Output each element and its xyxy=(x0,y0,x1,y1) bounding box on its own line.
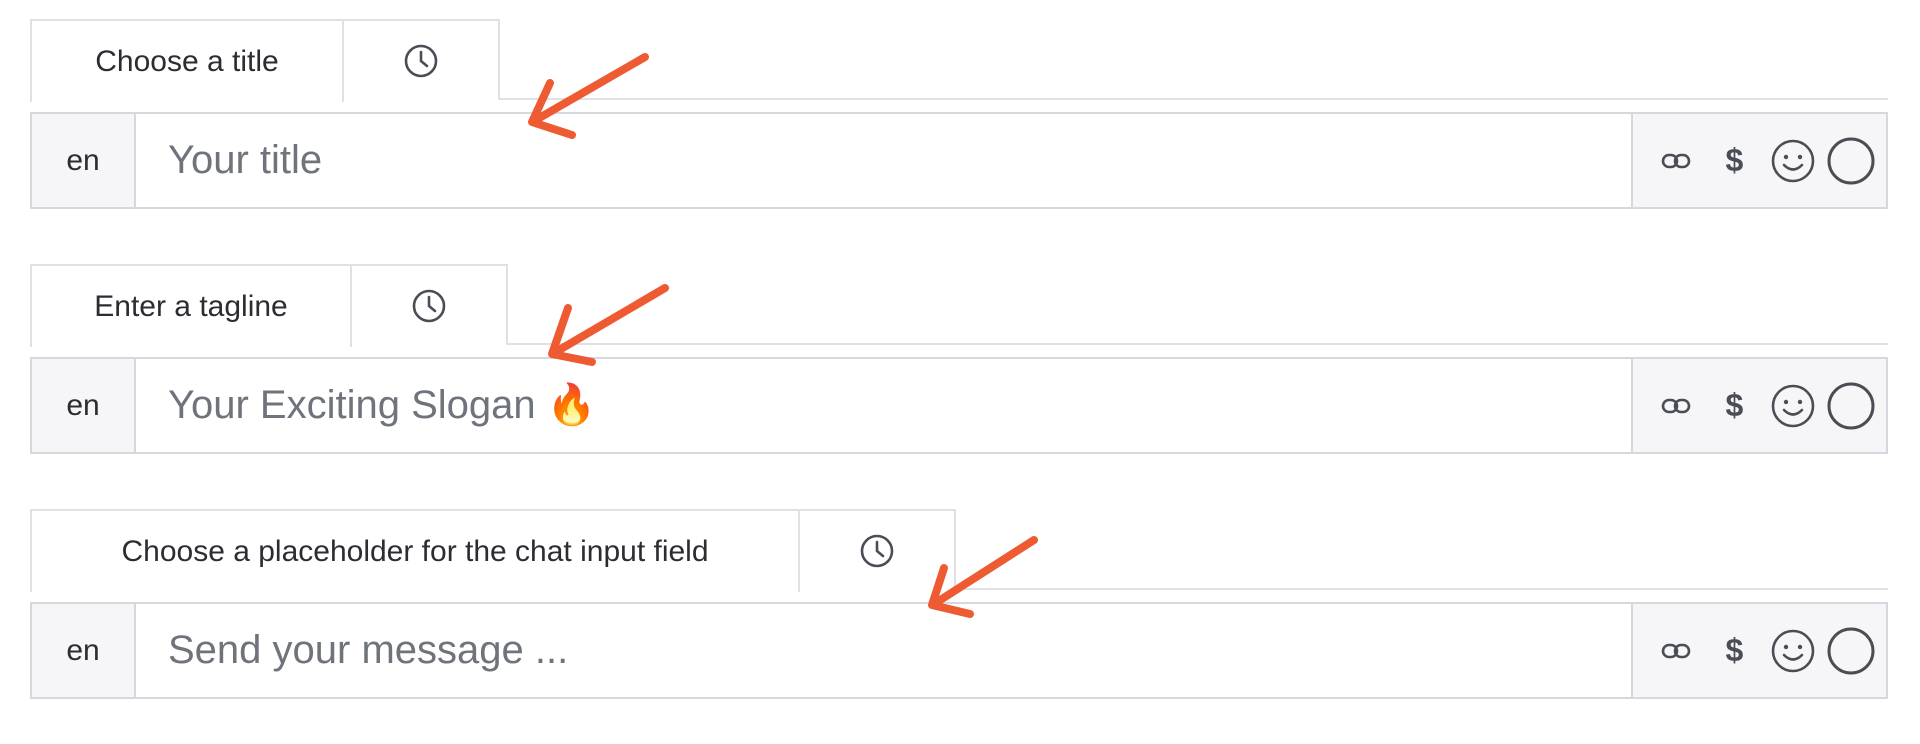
chat-placeholder-input[interactable] xyxy=(136,604,1631,697)
tagline-tab-row: Enter a tagline xyxy=(30,264,1888,347)
language-badge: en xyxy=(32,359,136,452)
title-input[interactable] xyxy=(136,114,1631,207)
title-input-row: en $ xyxy=(30,112,1888,209)
circle-icon xyxy=(1827,382,1875,429)
circle-button[interactable] xyxy=(1826,136,1876,186)
circle-button[interactable] xyxy=(1826,626,1876,676)
annotation-arrow-icon xyxy=(528,53,649,139)
circle-icon xyxy=(1827,137,1875,184)
clock-icon xyxy=(860,534,894,567)
tagline-input-row: en $ xyxy=(30,357,1888,454)
annotation-arrow-icon xyxy=(548,284,669,366)
title-field-block: Choose a title en $ xyxy=(30,19,1888,209)
dollar-button[interactable]: $ xyxy=(1709,381,1759,431)
title-tab[interactable]: Choose a title xyxy=(30,19,344,102)
tagline-input-tools: $ xyxy=(1631,359,1886,452)
smiley-icon xyxy=(1771,629,1814,672)
clock-icon xyxy=(404,44,438,77)
tagline-tab[interactable]: Enter a tagline xyxy=(30,264,352,347)
smiley-icon xyxy=(1771,384,1814,427)
link-icon xyxy=(1661,643,1691,658)
tagline-history-tab[interactable] xyxy=(350,264,508,345)
chat-placeholder-tab[interactable]: Choose a placeholder for the chat input … xyxy=(30,509,800,592)
tagline-field-block: Enter a tagline en $ xyxy=(30,264,1888,454)
title-tab-label: Choose a title xyxy=(95,44,279,78)
dollar-icon: $ xyxy=(1725,632,1744,668)
dollar-button[interactable]: $ xyxy=(1709,626,1759,676)
tagline-input[interactable] xyxy=(136,359,1631,452)
link-button[interactable] xyxy=(1651,626,1701,676)
language-badge: en xyxy=(32,604,136,697)
emoji-button[interactable] xyxy=(1768,626,1818,676)
tagline-tab-label: Enter a tagline xyxy=(94,289,288,323)
clock-icon xyxy=(412,289,446,322)
annotation-arrow-icon xyxy=(928,536,1038,618)
chat-placeholder-input-tools: $ xyxy=(1631,604,1886,697)
smiley-icon xyxy=(1771,139,1814,182)
circle-button[interactable] xyxy=(1826,381,1876,431)
dollar-icon: $ xyxy=(1725,387,1744,423)
title-input-tools: $ xyxy=(1631,114,1886,207)
link-icon xyxy=(1661,153,1691,168)
form-canvas: Choose a title en $ xyxy=(0,0,1920,744)
link-icon xyxy=(1661,398,1691,413)
emoji-button[interactable] xyxy=(1768,381,1818,431)
link-button[interactable] xyxy=(1651,381,1701,431)
link-button[interactable] xyxy=(1651,136,1701,186)
title-tab-row: Choose a title xyxy=(30,19,1888,102)
circle-icon xyxy=(1827,627,1875,674)
title-history-tab[interactable] xyxy=(342,19,500,100)
dollar-icon: $ xyxy=(1725,142,1744,178)
language-badge: en xyxy=(32,114,136,207)
chat-placeholder-tab-label: Choose a placeholder for the chat input … xyxy=(121,534,709,568)
dollar-button[interactable]: $ xyxy=(1709,136,1759,186)
emoji-button[interactable] xyxy=(1768,136,1818,186)
